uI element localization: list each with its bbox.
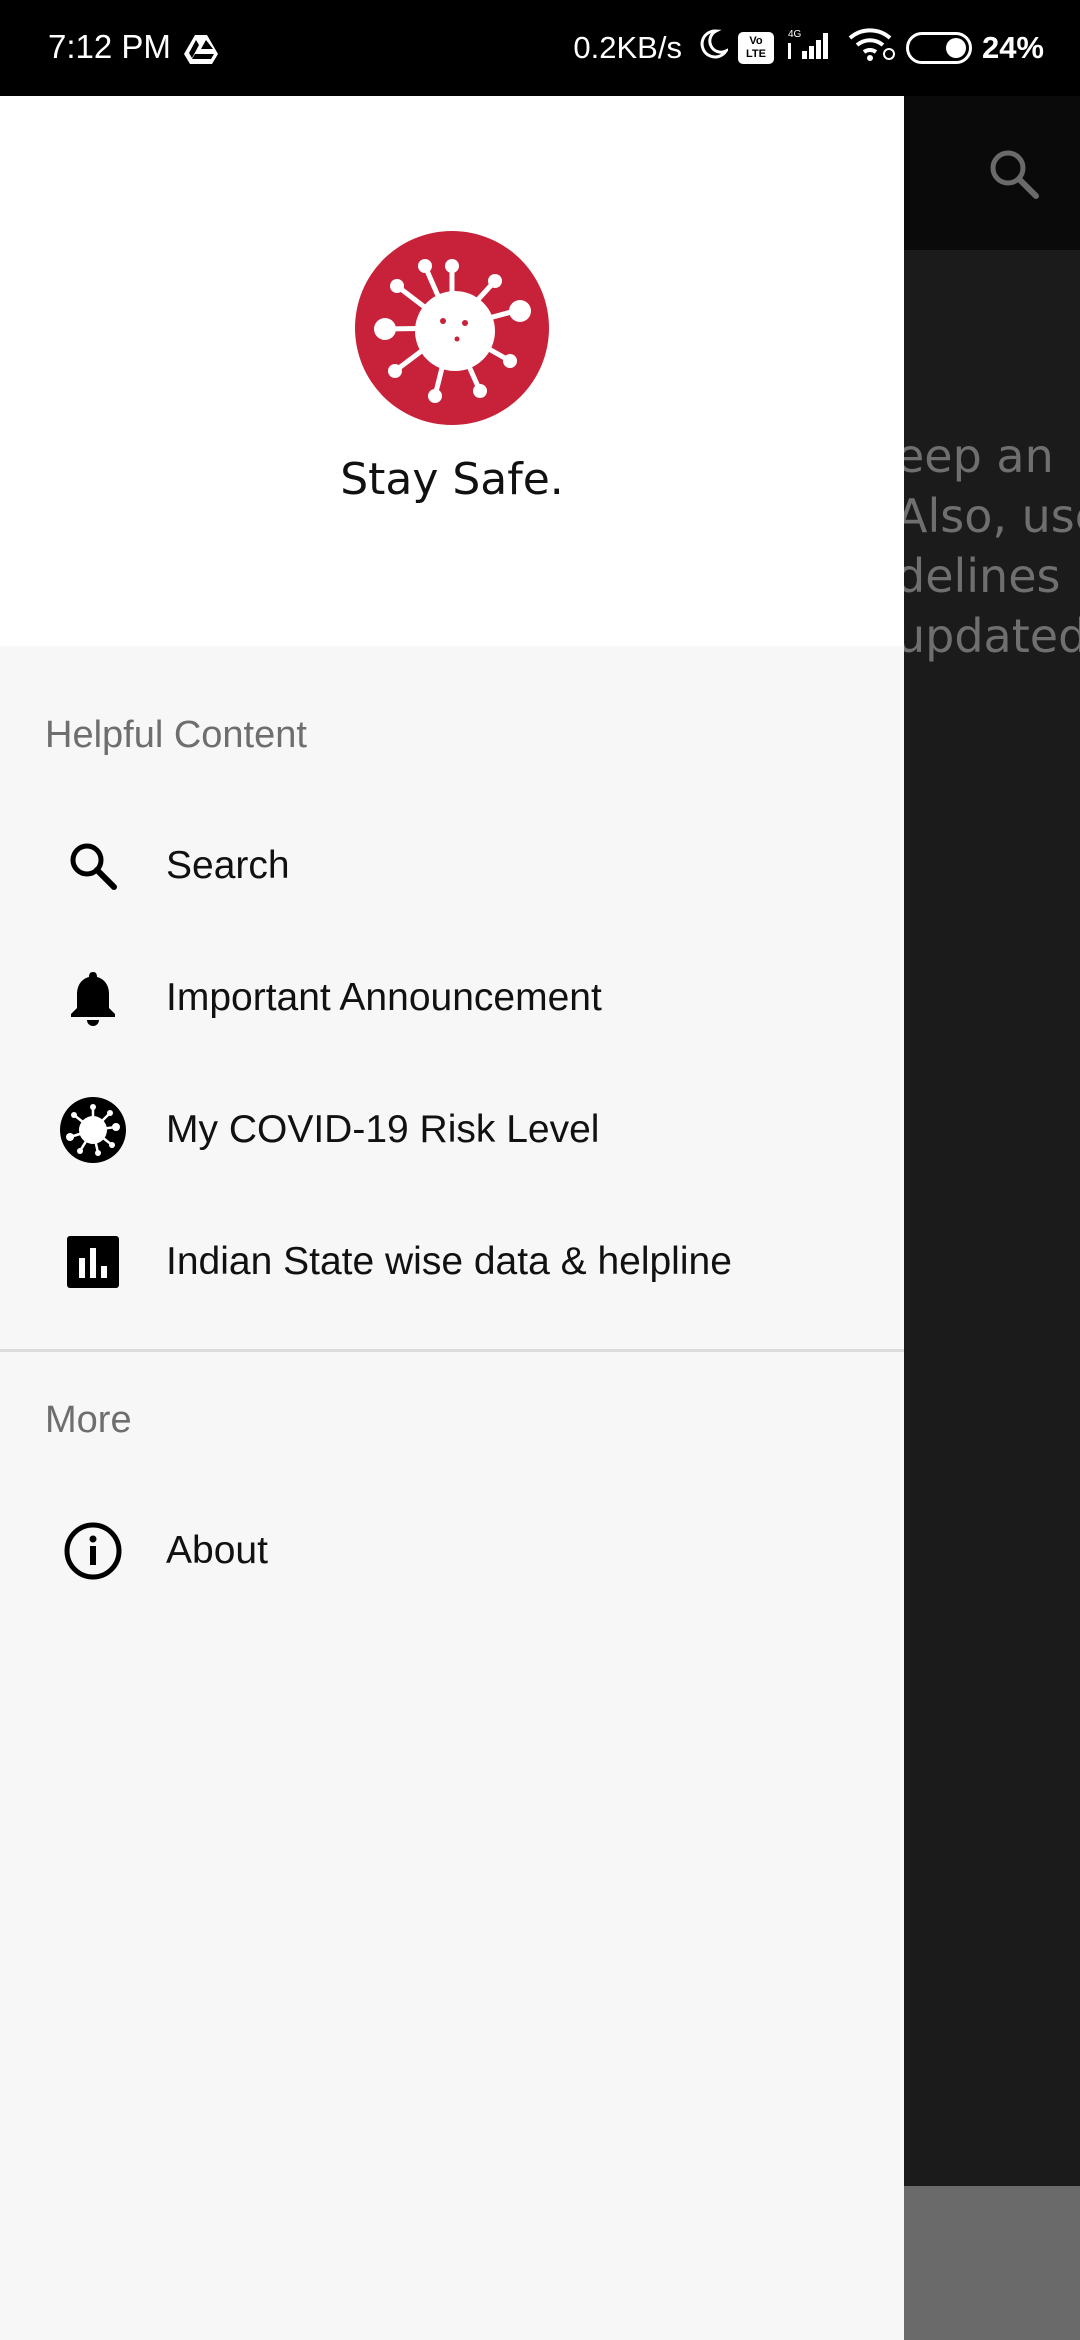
nav-item-search[interactable]: Search: [0, 800, 904, 932]
drawer-header: Stay Safe.: [0, 96, 904, 646]
bar-chart-icon: [60, 1229, 126, 1295]
nav-item-label: My COVID-19 Risk Level: [166, 1108, 600, 1151]
bell-icon: [60, 965, 126, 1031]
nav-item-label: About: [166, 1529, 268, 1572]
signal-icon: 4G: [784, 27, 838, 69]
background-text-line: delines: [896, 549, 1061, 603]
virus-icon: [60, 1097, 126, 1163]
info-icon: [60, 1518, 126, 1584]
toolbar-search-icon: [988, 148, 1040, 205]
status-bar: 7:12 PM 0.2KB/s Vo LTE 4G 24%: [0, 0, 1080, 96]
background-text-line: Also, use: [896, 489, 1080, 543]
moon-icon: [696, 28, 731, 68]
drawer-title: Stay Safe.: [340, 454, 564, 505]
battery-level: 24%: [981, 30, 1044, 65]
wifi-icon: [848, 27, 896, 69]
nav-item-state-data-helpline[interactable]: Indian State wise data & helpline: [0, 1196, 904, 1328]
drive-icon: [184, 34, 218, 69]
network-speed: 0.2KB/s: [573, 30, 682, 65]
background-text-line: updated: [896, 609, 1080, 663]
search-icon: [60, 833, 126, 899]
svg-text:4G: 4G: [788, 29, 802, 40]
volte-icon: Vo LTE: [737, 32, 774, 64]
nav-item-label: Search: [166, 844, 290, 887]
app-logo-virus-icon: [355, 231, 549, 425]
background-text: eep an Also, use delines updated: [896, 426, 1080, 666]
navigation-drawer: Stay Safe. Helpful Content Search Import…: [0, 96, 904, 2340]
nav-item-about[interactable]: About: [0, 1485, 904, 1617]
section-title-more: More: [45, 1399, 132, 1441]
section-title-helpful-content: Helpful Content: [45, 714, 307, 756]
battery-icon: [905, 32, 972, 64]
section-divider: [0, 1349, 904, 1352]
status-time: 7:12 PM: [48, 28, 171, 65]
nav-item-covid-risk-level[interactable]: My COVID-19 Risk Level: [0, 1064, 904, 1196]
nav-item-label: Indian State wise data & helpline: [166, 1240, 732, 1283]
nav-item-label: Important Announcement: [166, 976, 602, 1019]
background-text-line: eep an: [896, 429, 1054, 483]
nav-item-important-announcement[interactable]: Important Announcement: [0, 932, 904, 1064]
